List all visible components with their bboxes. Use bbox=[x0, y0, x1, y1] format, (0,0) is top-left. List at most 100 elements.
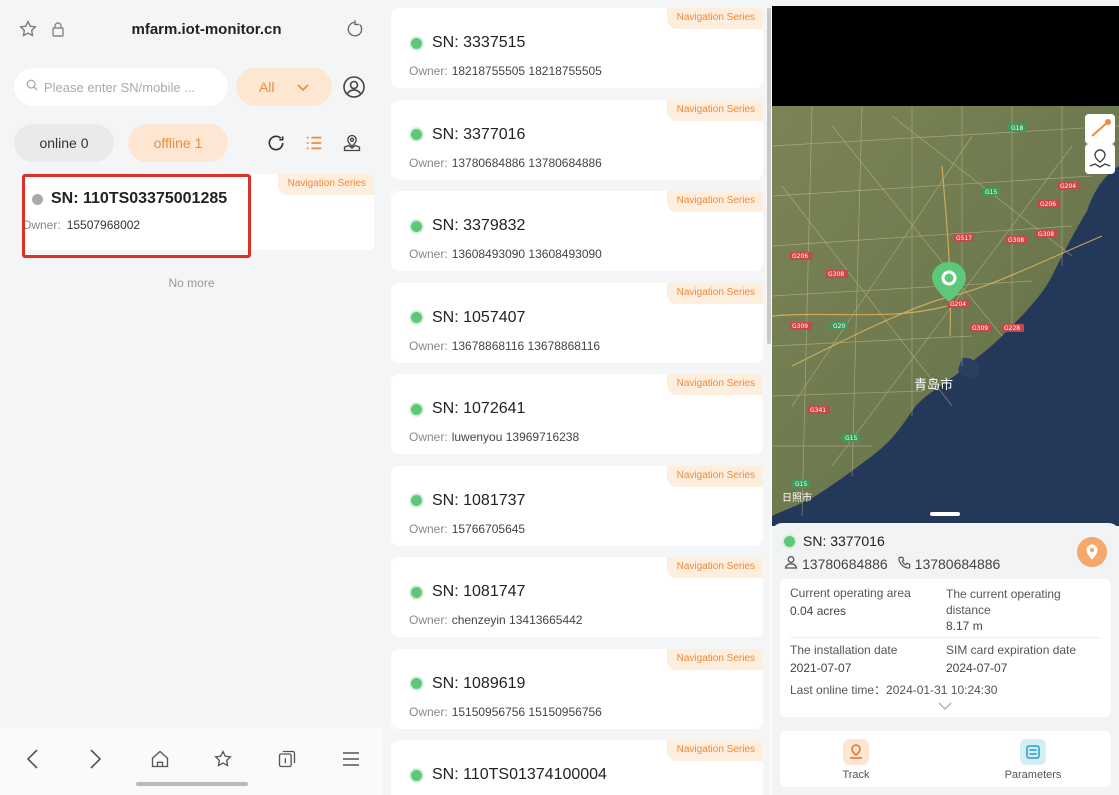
device-details-panel: Current operating area 0.04 acres The cu… bbox=[780, 579, 1111, 717]
owner-label: Owner: bbox=[409, 155, 448, 170]
device-card[interactable]: SN: 110TS01374100004 Navigation Series bbox=[391, 740, 763, 795]
owner-value: luwenyou 13969716238 bbox=[451, 430, 580, 444]
search-input[interactable] bbox=[44, 79, 216, 95]
series-tag: Navigation Series bbox=[666, 8, 763, 29]
owner-label: Owner: bbox=[409, 338, 448, 353]
distance-label: The current operating distance bbox=[946, 587, 1061, 617]
device-sn: SN: 1081737 bbox=[411, 492, 525, 510]
device-card[interactable]: SN: 1081747 Owner: chenzeyin 13413665442 Na… bbox=[391, 557, 763, 637]
device-card[interactable]: SN: 1081737 Owner: 15766705645 Navigation S… bbox=[391, 465, 763, 546]
series-tag: Navigation Series bbox=[666, 740, 763, 761]
svg-text:G308: G308 bbox=[828, 271, 844, 278]
owner-label: Owner: bbox=[409, 613, 448, 627]
install-date-value: 2021-07-07 bbox=[790, 661, 852, 675]
svg-text:G18: G18 bbox=[1011, 125, 1023, 132]
series-tag: Navigation Series bbox=[666, 282, 763, 304]
device-sn: SN: 3379832 bbox=[411, 217, 525, 235]
svg-text:G15: G15 bbox=[795, 481, 807, 488]
device-sn-text: SN: 1057407 bbox=[432, 308, 526, 326]
owner-label: Owner: bbox=[409, 704, 448, 719]
sheet-grabber[interactable] bbox=[930, 512, 960, 516]
expand-chevron-icon[interactable] bbox=[938, 699, 952, 713]
tabs-icon[interactable] bbox=[274, 746, 300, 772]
device-sn: SN: 3337515 bbox=[411, 34, 525, 52]
device-sn-text: SN: 110TS03375001285 bbox=[51, 190, 228, 207]
device-sn: SN: 1089619 bbox=[411, 675, 525, 693]
contact-phone[interactable]: 13780684886 bbox=[915, 556, 1001, 572]
svg-text:G15: G15 bbox=[985, 189, 997, 196]
parameters-label: Parameters bbox=[1004, 769, 1062, 781]
reload-icon[interactable] bbox=[343, 17, 367, 41]
search-icon bbox=[26, 78, 38, 96]
search-box[interactable] bbox=[14, 68, 228, 106]
owner-label: Owner: bbox=[409, 247, 448, 261]
owner-label: Owner: bbox=[409, 430, 448, 444]
forward-arrow-icon[interactable] bbox=[83, 746, 109, 772]
locate-button[interactable] bbox=[1077, 537, 1107, 567]
back-arrow-icon[interactable] bbox=[19, 746, 45, 772]
online-status-dot bbox=[411, 129, 422, 140]
series-tag: Navigation Series bbox=[666, 191, 763, 212]
svg-text:G15: G15 bbox=[845, 435, 857, 442]
series-tag: Navigation Series bbox=[277, 174, 374, 195]
device-owner: Owner: 13678868116 13678868116 bbox=[409, 339, 600, 353]
device-card[interactable]: SN: 1057407 Owner: 13678868116 13678868116… bbox=[391, 282, 763, 363]
svg-text:G206: G206 bbox=[1040, 201, 1056, 208]
satellite-map[interactable]: G18 G15 G204 G206 G517 G308 G308 G206 G3… bbox=[772, 106, 1119, 526]
device-list-screen-filtered: mfarm.iot-monitor.cn All online 0 offlin… bbox=[0, 0, 383, 795]
offline-status-dot bbox=[32, 193, 43, 205]
list-view-icon[interactable] bbox=[302, 131, 326, 155]
device-owner: Owner: 13608493090 13608493090 bbox=[409, 247, 602, 261]
menu-icon[interactable] bbox=[338, 746, 364, 772]
owner-label: Owner: bbox=[409, 521, 448, 536]
device-detail-sheet: SN: 3377016 13780684886 13780684886 Curr… bbox=[772, 523, 1119, 795]
user-icon bbox=[784, 555, 798, 572]
online-filter-tab[interactable]: online 0 bbox=[14, 124, 114, 162]
bookmarks-star-icon[interactable] bbox=[210, 746, 236, 772]
browser-url-bar: mfarm.iot-monitor.cn bbox=[0, 0, 383, 58]
device-sn: SN: 1081747 bbox=[411, 583, 525, 601]
svg-text:G309: G309 bbox=[972, 325, 988, 332]
parameters-button[interactable]: Parameters bbox=[983, 739, 1083, 781]
status-filter-row: online 0 offline 1 bbox=[0, 116, 383, 170]
device-sn-text: SN: 3337515 bbox=[432, 34, 526, 51]
scrollbar[interactable] bbox=[767, 8, 771, 344]
device-card[interactable]: SN: 1089619 Owner: 15150956756 15150956756… bbox=[391, 648, 763, 729]
refresh-icon[interactable] bbox=[264, 131, 288, 155]
svg-text:G204: G204 bbox=[1060, 183, 1076, 190]
device-list-screen: SN: 3337515 Owner: 18218755505 18218755505… bbox=[383, 0, 771, 795]
detail-sn: SN: 3377016 bbox=[784, 533, 885, 549]
device-sn-text: SN: 1081747 bbox=[432, 583, 526, 600]
series-filter-select[interactable]: All bbox=[235, 68, 332, 106]
home-icon[interactable] bbox=[147, 746, 173, 772]
online-status-dot bbox=[411, 586, 422, 598]
series-tag: Navigation Series bbox=[666, 465, 763, 487]
device-sn-text: SN: 110TS01374100004 bbox=[432, 766, 607, 783]
device-card[interactable]: SN: 3377016 Owner: 13780684886 13780684886… bbox=[391, 99, 763, 180]
sim-expiry-label: SIM card expiration date bbox=[946, 643, 1077, 657]
owner-value: 15766705645 bbox=[451, 521, 526, 536]
offline-filter-tab[interactable]: offline 1 bbox=[128, 124, 228, 162]
online-status-dot bbox=[411, 220, 422, 232]
url-text[interactable]: mfarm.iot-monitor.cn bbox=[70, 21, 343, 38]
device-card[interactable]: SN: 3337515 Owner: 18218755505 18218755505… bbox=[391, 8, 763, 88]
online-status-dot bbox=[411, 678, 422, 689]
detail-phones: 13780684886 13780684886 bbox=[784, 555, 1000, 572]
lock-icon bbox=[46, 17, 70, 41]
detail-sn-text: SN: 3377016 bbox=[803, 533, 885, 549]
owner-value: 13608493090 13608493090 bbox=[451, 247, 602, 261]
track-button[interactable]: Track bbox=[806, 739, 906, 781]
series-tag: Navigation Series bbox=[666, 374, 763, 395]
bookmark-star-icon[interactable] bbox=[16, 17, 40, 41]
user-profile-icon[interactable] bbox=[340, 72, 369, 102]
device-card[interactable]: SN: 1072641 Owner: luwenyou 13969716238 Nav… bbox=[391, 374, 763, 454]
device-owner: Owner: 15150956756 15150956756 bbox=[409, 705, 602, 719]
device-card-selected[interactable]: SN: 110TS03375001285 Owner: 15507968002 N… bbox=[22, 174, 374, 258]
divider bbox=[790, 637, 1101, 638]
city-label: 青岛市 bbox=[914, 377, 953, 393]
series-filter-value: All bbox=[258, 79, 275, 95]
map-view-icon[interactable] bbox=[340, 131, 364, 155]
svg-text:G308: G308 bbox=[1038, 231, 1054, 238]
device-sn: SN: 3377016 bbox=[411, 126, 525, 144]
device-card[interactable]: SN: 3379832 Owner: 13608493090 13608493090… bbox=[391, 191, 763, 271]
